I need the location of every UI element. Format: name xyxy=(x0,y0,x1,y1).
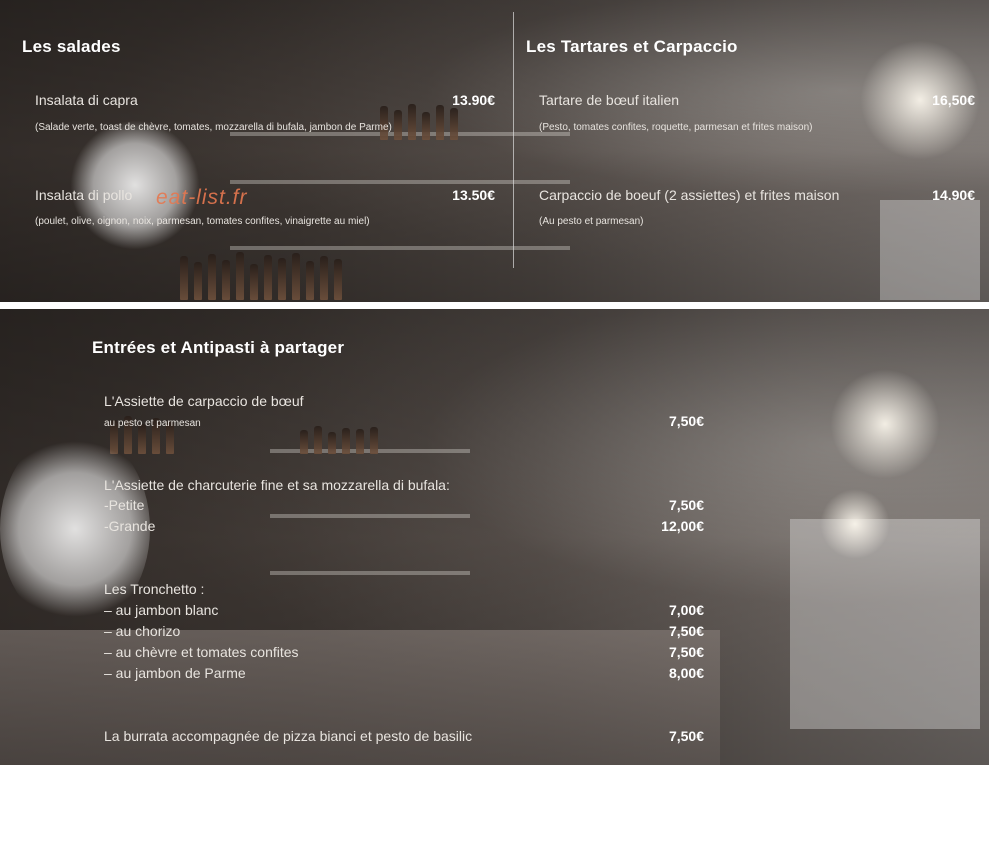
menu-item-name: Carpaccio de boeuf (2 assiettes) et frit… xyxy=(539,187,840,203)
menu-item-price: 13.50€ xyxy=(452,187,495,203)
menu-item-description: (Salade verte, toast de chèvre, tomates,… xyxy=(35,122,392,133)
menu-item-price: 7,50€ xyxy=(668,413,704,429)
watermark-text: eat-list.fr xyxy=(156,186,248,209)
menu-option-label: – au jambon blanc xyxy=(104,602,219,618)
bottles-decor xyxy=(180,250,342,300)
menu-option-price: 12,00€ xyxy=(661,518,704,534)
menu-item-description: (Au pesto et parmesan) xyxy=(539,216,644,227)
menu-item-name: La burrata accompagnée de pizza bianci e… xyxy=(104,728,473,744)
menu-panel-salades-tartares xyxy=(0,0,989,302)
menu-option-price: 7,50€ xyxy=(668,644,704,660)
menu-item-name: Insalata di pollo xyxy=(35,187,133,203)
window-decor xyxy=(880,200,980,300)
menu-item-description: (Pesto, tomates confites, roquette, parm… xyxy=(539,122,813,133)
bar-shelf xyxy=(270,514,470,518)
bar-shelf xyxy=(270,571,470,575)
menu-item-price: 7,50€ xyxy=(668,728,704,744)
section-title-entrees: Entrées et Antipasti à partager xyxy=(92,338,345,357)
bar-shelf xyxy=(230,180,570,184)
orchid-decor xyxy=(70,120,200,250)
menu-option-label: – au chèvre et tomates confites xyxy=(104,644,299,660)
menu-item-description: (poulet, olive, oignon, noix, parmesan, … xyxy=(35,216,370,227)
menu-item-name: Insalata di capra xyxy=(35,92,138,108)
menu-option-price: 7,50€ xyxy=(668,497,704,513)
menu-item-description: au pesto et parmesan xyxy=(104,418,201,429)
window-decor xyxy=(790,519,980,729)
section-title-tartares: Les Tartares et Carpaccio xyxy=(526,37,738,56)
menu-option-label: -Petite xyxy=(104,497,145,513)
section-title-salades: Les salades xyxy=(22,37,121,56)
menu-item-price: 13.90€ xyxy=(452,92,495,108)
menu-item-name: Tartare de bœuf italien xyxy=(539,92,680,108)
menu-item-price: 16,50€ xyxy=(932,92,975,108)
menu-item-price: 14.90€ xyxy=(932,187,975,203)
bottles-decor xyxy=(300,424,378,454)
menu-option-label: – au jambon de Parme xyxy=(104,665,246,681)
menu-item-name: Les Tronchetto : xyxy=(104,581,205,597)
menu-option-price: 7,50€ xyxy=(668,623,704,639)
menu-item-name: L'Assiette de charcuterie fine et sa moz… xyxy=(104,477,450,493)
menu-option-price: 8,00€ xyxy=(668,665,704,681)
menu-option-label: – au chorizo xyxy=(104,623,181,639)
menu-item-name: L'Assiette de carpaccio de bœuf xyxy=(104,393,304,409)
menu-option-price: 7,00€ xyxy=(668,602,704,618)
column-divider xyxy=(513,12,514,268)
light-decor xyxy=(830,369,940,479)
light-decor xyxy=(820,489,890,559)
menu-option-label: -Grande xyxy=(104,518,156,534)
